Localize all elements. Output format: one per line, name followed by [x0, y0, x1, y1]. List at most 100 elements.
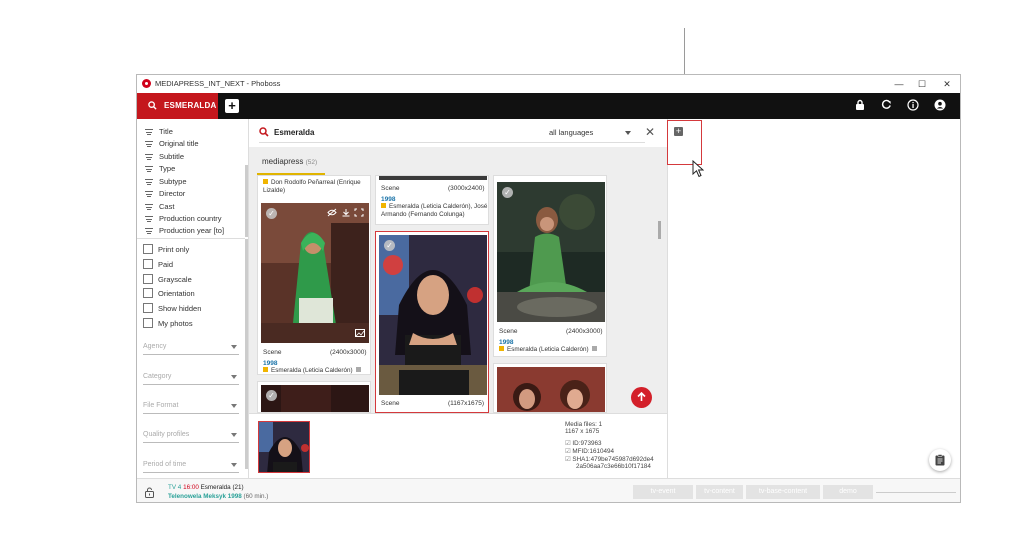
result-card-selected[interactable]: ✓ Scene (1167x1675) [375, 231, 489, 413]
result-photo[interactable]: ✓ [261, 385, 369, 412]
tv-base-content-button[interactable]: tv-base-content [746, 485, 820, 499]
filter-icon [145, 166, 153, 172]
checkbox[interactable] [143, 303, 153, 313]
select-check-icon[interactable]: ✓ [502, 187, 513, 198]
result-photo[interactable]: ✓ [261, 203, 369, 343]
add-tab-button[interactable]: + [225, 99, 239, 113]
filter-icon [145, 228, 153, 234]
maximize-button[interactable]: ☐ [912, 77, 932, 91]
result-card[interactable]: Scene (3000x2400) 1998 Esmeralda (Letici… [375, 175, 489, 225]
media-id[interactable]: ☑ ID:973963 [565, 440, 601, 447]
account-icon[interactable] [933, 99, 947, 113]
card-dims: (2400x3000) [566, 328, 603, 335]
dropdown-category[interactable]: Category [143, 371, 239, 385]
search-tab-label: ESMERALDA [164, 101, 217, 110]
card-year[interactable]: 1998 [381, 196, 395, 203]
card-dims: (2400x3000) [330, 349, 367, 356]
card-person: Esmeralda (Leticia Calderón) [263, 367, 361, 374]
tv-content-button[interactable]: tv-content [696, 485, 743, 499]
photo-actions-icons[interactable] [327, 208, 365, 217]
results-scrollbar[interactable] [658, 221, 661, 239]
info-icon[interactable] [906, 99, 920, 113]
result-photo[interactable] [497, 367, 605, 412]
result-photo[interactable]: ✓ [497, 182, 605, 322]
filter-icon [145, 179, 153, 185]
sidebar-filters-scrollbar[interactable] [245, 165, 248, 237]
card-person: Esmeralda (Leticia Calderón), José Arman… [381, 203, 488, 218]
refresh-icon[interactable] [879, 99, 893, 113]
sidebar-options-scrollbar[interactable] [245, 239, 248, 469]
select-check-icon[interactable]: ✓ [384, 240, 395, 251]
clipboard-button[interactable] [929, 449, 951, 471]
checkbox[interactable] [143, 288, 153, 298]
result-card[interactable] [493, 363, 607, 413]
media-mfid[interactable]: ☑ MFID:1610494 [565, 448, 614, 455]
checkbox[interactable] [143, 259, 153, 269]
lock-icon[interactable] [853, 99, 867, 113]
gray-tag [355, 367, 361, 372]
gray-tag [591, 346, 597, 351]
scroll-top-button[interactable] [631, 387, 652, 408]
filter-icon [145, 204, 153, 210]
unlock-icon[interactable] [145, 487, 154, 498]
filter-sidebar: Title Original title Subtitle Type Subty… [137, 119, 249, 478]
card-kind: Scene [381, 185, 400, 192]
close-window-button[interactable]: ✕ [937, 77, 957, 91]
chevron-down-icon [231, 404, 237, 408]
now-playing: TV 4 16:00 Esmeralda (21) [168, 484, 244, 491]
search-bar: Esmeralda all languages ✕ [249, 119, 667, 147]
filter-icon [145, 141, 153, 147]
card-person: Don Rodolfo Peñarreal (Enrique Lizalde) [263, 179, 361, 194]
clipboard-icon [935, 454, 945, 466]
photo-woman-on-rocks [497, 182, 605, 322]
checkbox[interactable] [143, 318, 153, 328]
checkbox[interactable] [143, 244, 153, 254]
filter-icon [145, 154, 153, 160]
tv-event-button[interactable]: tv-event [633, 485, 693, 499]
select-check-icon[interactable]: ✓ [266, 390, 277, 401]
select-check-icon[interactable]: ✓ [266, 208, 277, 219]
card-year[interactable]: 1998 [263, 360, 277, 367]
result-photo[interactable]: ✓ [379, 235, 487, 395]
tab-mediapress[interactable]: mediapress (52) [262, 157, 317, 166]
search-icon [259, 127, 269, 137]
card-kind: Scene [263, 349, 282, 356]
drop-panel: + [667, 119, 960, 478]
photo-woman-green-scarf [261, 203, 369, 343]
result-card[interactable]: Don Rodolfo Peñarreal (Enrique Lizalde) … [257, 175, 371, 375]
photo-woman-portrait [379, 235, 487, 395]
dropdown-agency[interactable]: Agency [143, 341, 239, 355]
card-dims: (1167x1675) [448, 400, 485, 407]
checkbox[interactable] [143, 274, 153, 284]
media-sha1-cont: 2a506aa7c3e66b10f17184 [576, 463, 651, 470]
search-input[interactable]: Esmeralda [274, 128, 314, 137]
language-select[interactable]: all languages [549, 128, 593, 137]
result-card[interactable]: ✓ [257, 381, 371, 413]
chevron-down-icon [231, 463, 237, 467]
search-tab-esmeralda[interactable]: ESMERALDA [137, 93, 218, 119]
media-dimensions: 1167 x 1675 [565, 428, 600, 435]
result-card[interactable]: ✓ Scene (2400x3000) 1998 Esmeralda (Leti… [493, 175, 607, 357]
minimize-button[interactable]: — [889, 77, 909, 91]
window-title: MEDIAPRESS_INT_NEXT - Phoboss [155, 79, 281, 88]
dropdown-file-format[interactable]: File Format [143, 400, 239, 414]
media-sha1[interactable]: ☑ SHA1:479be745987d692de4 [565, 456, 654, 463]
dropdown-period-of-time[interactable]: Period of time [143, 459, 239, 473]
dropdown-quality-profiles[interactable]: Quality profiles [143, 429, 239, 443]
color-tag [263, 367, 268, 372]
mouse-cursor-icon [692, 160, 704, 178]
clear-search-button[interactable]: ✕ [645, 125, 655, 139]
status-bar: TV 4 16:00 Esmeralda (21) Telenowela Mek… [137, 478, 960, 502]
color-tag [381, 203, 386, 208]
demo-button[interactable]: demo [823, 485, 873, 499]
selected-thumbnail[interactable] [258, 421, 310, 473]
filter-icon [145, 216, 153, 222]
app-logo-icon [142, 79, 151, 88]
arrow-up-icon [637, 391, 646, 401]
result-photo [379, 176, 487, 180]
color-tag [499, 346, 504, 351]
card-year[interactable]: 1998 [499, 339, 513, 346]
tab-mediapress-label: mediapress [262, 157, 304, 166]
selection-preview-strip: Media files: 1 1167 x 1675 ☑ ID:973963 ☑… [249, 413, 667, 478]
divider [137, 238, 245, 239]
